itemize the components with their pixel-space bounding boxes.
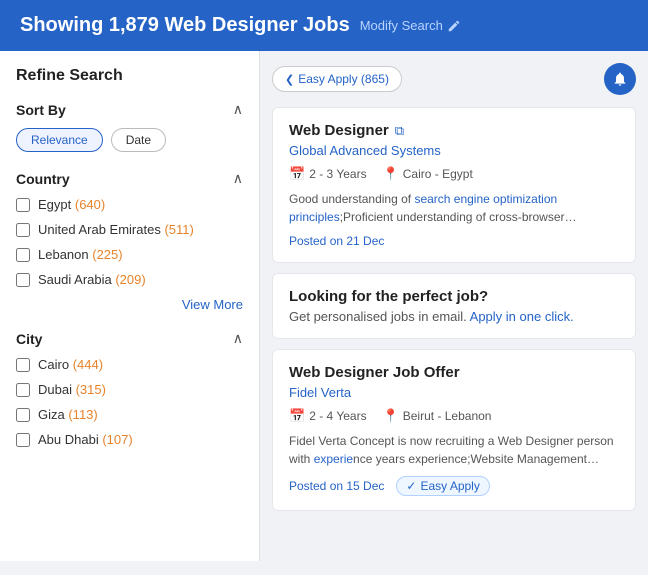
easy-apply-check-icon: ✓	[406, 479, 416, 493]
sidebar-title: Refine Search	[16, 67, 243, 85]
city-header: City ∧	[16, 330, 243, 347]
main-layout: Refine Search Sort By ∧ Relevance Date C…	[0, 51, 648, 561]
promo-title: Looking for the perfect job?	[289, 288, 619, 305]
job-posted-2: Posted on 15 Dec	[289, 479, 384, 493]
job-card-1: Web Designer ⧉ Global Advanced Systems 📅…	[272, 107, 636, 263]
country-egypt-checkbox[interactable]	[16, 198, 30, 212]
country-label: Country	[16, 171, 70, 187]
sort-by-header: Sort By ∧	[16, 101, 243, 118]
job-title-1[interactable]: Web Designer	[289, 122, 389, 139]
sort-by-section: Sort By ∧ Relevance Date	[16, 101, 243, 152]
location-icon-1: 📍	[383, 166, 399, 182]
promo-desc: Get personalised jobs in email. Apply in…	[289, 309, 619, 324]
chip-back-icon: ❮	[285, 73, 294, 86]
edit-icon	[447, 19, 461, 33]
country-lebanon-checkbox[interactable]	[16, 248, 30, 262]
easy-apply-chip[interactable]: ❮ Easy Apply (865)	[272, 66, 402, 92]
job-location-1: 📍 Cairo - Egypt	[383, 166, 473, 182]
city-chevron[interactable]: ∧	[233, 330, 243, 347]
job-desc-2: Fidel Verta Concept is now recruiting a …	[289, 432, 619, 468]
sort-by-chevron[interactable]: ∧	[233, 101, 243, 118]
briefcase-icon-1: 📅	[289, 166, 305, 182]
right-panel: ❮ Easy Apply (865) Web Designer ⧉ Global…	[260, 51, 648, 561]
easy-apply-badge-2[interactable]: ✓ Easy Apply	[396, 476, 489, 496]
country-lebanon[interactable]: Lebanon (225)	[16, 247, 243, 262]
promo-card: Looking for the perfect job? Get persona…	[272, 273, 636, 339]
easy-apply-label: Easy Apply	[420, 479, 479, 493]
sort-by-label: Sort By	[16, 102, 66, 118]
city-cairo-checkbox[interactable]	[16, 358, 30, 372]
job-title-2[interactable]: Web Designer Job Offer	[289, 364, 460, 381]
country-egypt[interactable]: Egypt (640)	[16, 197, 243, 212]
filter-chips-row: ❮ Easy Apply (865)	[272, 63, 636, 95]
location-icon-2: 📍	[383, 408, 399, 424]
country-saudi-checkbox[interactable]	[16, 273, 30, 287]
country-section: Country ∧ Egypt (640) United Arab Emirat…	[16, 170, 243, 312]
sort-date-pill[interactable]: Date	[111, 128, 166, 152]
city-giza[interactable]: Giza (113)	[16, 407, 243, 422]
job-desc-1: Good understanding of search engine opti…	[289, 190, 619, 226]
city-section: City ∧ Cairo (444) Dubai (315) Giza (113…	[16, 330, 243, 447]
job-experience-2: 📅 2 - 4 Years	[289, 408, 367, 424]
country-uae-checkbox[interactable]	[16, 223, 30, 237]
job-meta-1: 📅 2 - 3 Years 📍 Cairo - Egypt	[289, 166, 619, 182]
job-location-2: 📍 Beirut - Lebanon	[383, 408, 492, 424]
job-meta-2: 📅 2 - 4 Years 📍 Beirut - Lebanon	[289, 408, 619, 424]
city-giza-checkbox[interactable]	[16, 408, 30, 422]
briefcase-icon-2: 📅	[289, 408, 305, 424]
promo-apply-link[interactable]: Apply in one click.	[470, 309, 574, 324]
city-abudhabi-checkbox[interactable]	[16, 433, 30, 447]
job-desc-link-2[interactable]: experie	[314, 452, 353, 466]
city-cairo[interactable]: Cairo (444)	[16, 357, 243, 372]
bell-alert-button[interactable]	[604, 63, 636, 95]
bell-icon	[612, 71, 628, 87]
sort-pills: Relevance Date	[16, 128, 243, 152]
country-chevron[interactable]: ∧	[233, 170, 243, 187]
country-saudi[interactable]: Saudi Arabia (209)	[16, 272, 243, 287]
city-dubai-checkbox[interactable]	[16, 383, 30, 397]
city-dubai[interactable]: Dubai (315)	[16, 382, 243, 397]
chip-label: Easy Apply (865)	[298, 72, 389, 86]
header: Showing 1,879 Web Designer Jobs Modify S…	[0, 0, 648, 51]
job-company-1[interactable]: Global Advanced Systems	[289, 143, 619, 158]
country-header: Country ∧	[16, 170, 243, 187]
city-abudhabi[interactable]: Abu Dhabi (107)	[16, 432, 243, 447]
job-card-2: Web Designer Job Offer Fidel Verta 📅 2 -…	[272, 349, 636, 511]
job-experience-1: 📅 2 - 3 Years	[289, 166, 367, 182]
country-view-more[interactable]: View More	[16, 297, 243, 312]
external-link-icon-1[interactable]: ⧉	[395, 123, 404, 139]
job-posted-1: Posted on 21 Dec	[289, 234, 384, 248]
modify-search-link[interactable]: Modify Search	[360, 18, 461, 33]
job-company-2[interactable]: Fidel Verta	[289, 385, 619, 400]
page-title: Showing 1,879 Web Designer Jobs	[20, 14, 350, 37]
sort-relevance-pill[interactable]: Relevance	[16, 128, 103, 152]
country-uae[interactable]: United Arab Emirates (511)	[16, 222, 243, 237]
sidebar: Refine Search Sort By ∧ Relevance Date C…	[0, 51, 260, 561]
city-label: City	[16, 331, 42, 347]
